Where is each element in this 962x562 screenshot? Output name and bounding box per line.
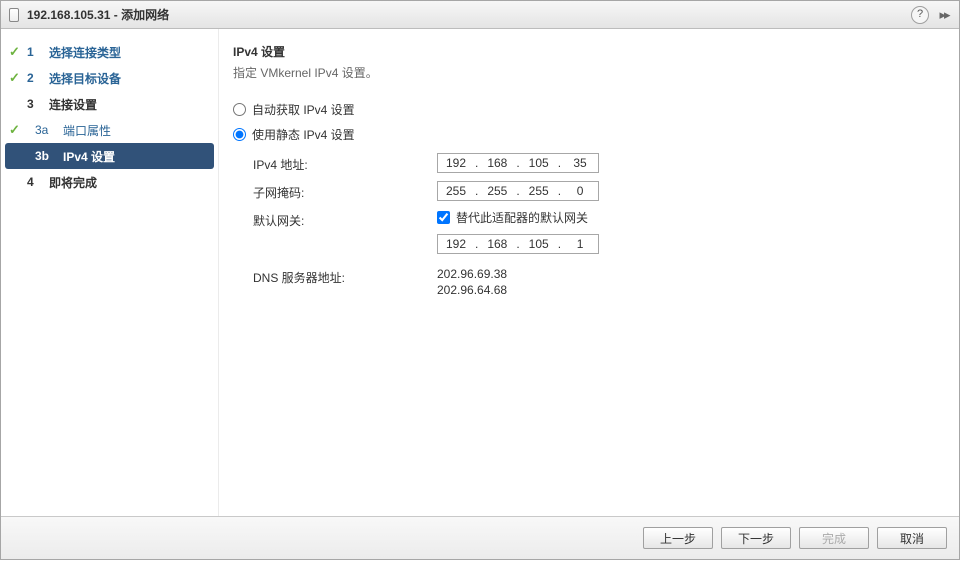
step-ipv4-settings[interactable]: 3b IPv4 设置 (5, 143, 214, 169)
step-label: 选择连接类型 (49, 44, 121, 61)
step-label: 连接设置 (49, 96, 97, 113)
main-panel: IPv4 设置 指定 VMkernel IPv4 设置。 自动获取 IPv4 设… (219, 29, 959, 516)
radio-static-input[interactable] (233, 128, 246, 141)
step-number: 1 (25, 45, 49, 59)
step-ready-to-complete: 4 即将完成 (1, 169, 218, 195)
step-port-properties[interactable]: ✓ 3a 端口属性 (1, 117, 218, 143)
radio-label: 使用静态 IPv4 设置 (252, 126, 355, 143)
label-subnet-mask: 子网掩码: (253, 181, 437, 201)
next-button[interactable]: 下一步 (721, 527, 791, 549)
wizard-body: ✓ 1 选择连接类型 ✓ 2 选择目标设备 3 连接设置 ✓ 3a 端口属性 (1, 29, 959, 516)
finish-button[interactable]: 完成 (799, 527, 869, 549)
gw-octet-4[interactable] (562, 235, 598, 253)
dns-server-2: 202.96.64.68 (437, 282, 507, 298)
page-title: IPv4 设置 (233, 43, 939, 60)
mask-octet-3[interactable] (521, 182, 557, 200)
check-icon: ✓ (9, 122, 25, 138)
step-select-target-device[interactable]: ✓ 2 选择目标设备 (1, 65, 218, 91)
mask-octet-4[interactable] (562, 182, 598, 200)
check-icon: ✓ (9, 44, 25, 60)
dns-values: 202.96.69.38 202.96.64.68 (437, 266, 507, 298)
ipv4-address-input[interactable]: . . . (437, 153, 599, 173)
radio-auto-ipv4[interactable]: 自动获取 IPv4 设置 (233, 101, 939, 118)
row-default-gateway: 默认网关: 替代此适配器的默认网关 . . . (253, 209, 939, 254)
mask-octet-2[interactable] (479, 182, 515, 200)
gw-octet-2[interactable] (479, 235, 515, 253)
radio-label: 自动获取 IPv4 设置 (252, 101, 355, 118)
label-ipv4-address: IPv4 地址: (253, 153, 437, 173)
ip-octet-3[interactable] (521, 154, 557, 172)
override-gateway-label: 替代此适配器的默认网关 (456, 209, 588, 226)
radio-static-ipv4[interactable]: 使用静态 IPv4 设置 (233, 126, 939, 143)
check-icon: ✓ (9, 70, 25, 86)
override-gateway-checkbox-row[interactable]: 替代此适配器的默认网关 (437, 209, 599, 226)
step-number: 3b (25, 149, 63, 163)
static-ipv4-form: IPv4 地址: . . . 子网掩码: . (253, 153, 939, 298)
mask-octet-1[interactable] (438, 182, 474, 200)
expand-icon[interactable]: ▸▸ (935, 7, 953, 23)
ip-octet-4[interactable] (562, 154, 598, 172)
subnet-mask-input[interactable]: . . . (437, 181, 599, 201)
label-default-gateway: 默认网关: (253, 209, 437, 229)
window-title: 192.168.105.31 - 添加网络 (27, 6, 911, 23)
gateway-input[interactable]: . . . (437, 234, 599, 254)
wizard-footer: 上一步 下一步 完成 取消 (1, 516, 959, 559)
row-subnet-mask: 子网掩码: . . . (253, 181, 939, 201)
step-label: 即将完成 (49, 174, 97, 191)
back-button[interactable]: 上一步 (643, 527, 713, 549)
step-label: 选择目标设备 (49, 70, 121, 87)
radio-auto-input[interactable] (233, 103, 246, 116)
cancel-button[interactable]: 取消 (877, 527, 947, 549)
step-number: 2 (25, 71, 49, 85)
page-description: 指定 VMkernel IPv4 设置。 (233, 64, 939, 81)
ip-octet-2[interactable] (479, 154, 515, 172)
step-number: 4 (25, 175, 49, 189)
step-label: IPv4 设置 (63, 148, 115, 165)
row-dns-servers: DNS 服务器地址: 202.96.69.38 202.96.64.68 (253, 266, 939, 298)
label-dns-servers: DNS 服务器地址: (253, 266, 437, 286)
help-icon[interactable]: ? (911, 6, 929, 24)
step-connection-settings: 3 连接设置 (1, 91, 218, 117)
override-gateway-checkbox[interactable] (437, 211, 450, 224)
ip-octet-1[interactable] (438, 154, 474, 172)
step-number: 3a (25, 123, 63, 137)
gw-octet-1[interactable] (438, 235, 474, 253)
step-label: 端口属性 (63, 122, 111, 139)
gw-octet-3[interactable] (521, 235, 557, 253)
row-ipv4-address: IPv4 地址: . . . (253, 153, 939, 173)
device-icon (9, 8, 19, 22)
wizard-steps-sidebar: ✓ 1 选择连接类型 ✓ 2 选择目标设备 3 连接设置 ✓ 3a 端口属性 (1, 29, 219, 516)
step-select-connection-type[interactable]: ✓ 1 选择连接类型 (1, 39, 218, 65)
step-number: 3 (25, 97, 49, 111)
wizard-window: 192.168.105.31 - 添加网络 ? ▸▸ ✓ 1 选择连接类型 ✓ … (0, 0, 960, 560)
dns-server-1: 202.96.69.38 (437, 266, 507, 282)
titlebar: 192.168.105.31 - 添加网络 ? ▸▸ (1, 1, 959, 29)
